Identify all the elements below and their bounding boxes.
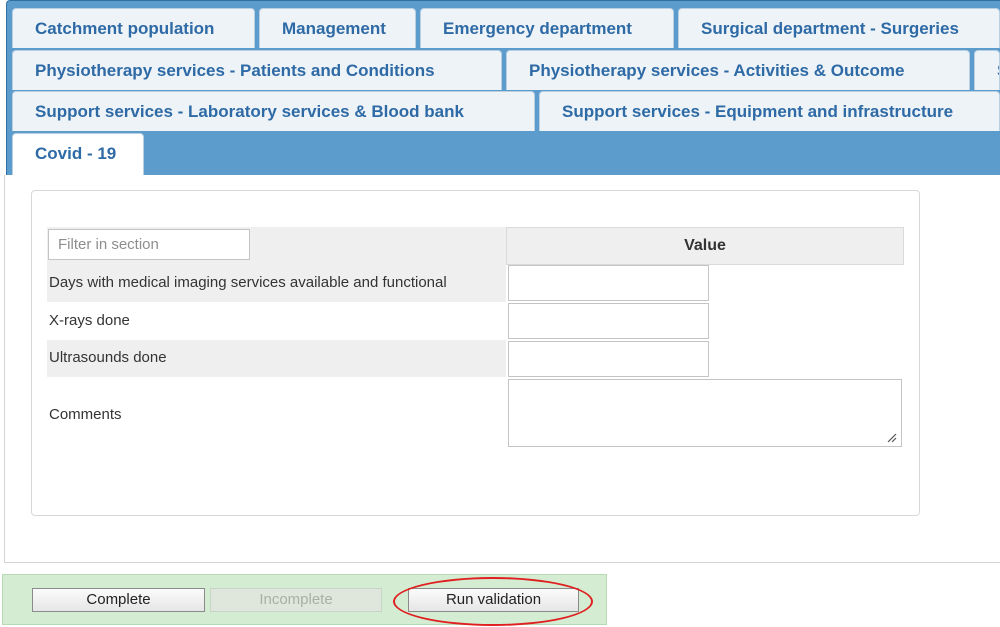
tab-physiotherapy-activities-outcome[interactable]: Physiotherapy services - Activities & Ou… xyxy=(506,50,970,90)
resize-grip-icon[interactable] xyxy=(885,431,897,443)
tab-management[interactable]: Management xyxy=(259,8,416,48)
tab-physiotherapy-patients-conditions[interactable]: Physiotherapy services - Patients and Co… xyxy=(12,50,502,90)
run-validation-button[interactable]: Run validation xyxy=(408,588,579,612)
tab-surgical-department-surgeries[interactable]: Surgical department - Surgeries xyxy=(678,8,1000,48)
imaging-days-value-input[interactable] xyxy=(508,265,709,301)
tab-support-laboratory-blood-bank[interactable]: Support services - Laboratory services &… xyxy=(12,91,535,131)
filter-in-section-input[interactable] xyxy=(48,229,250,260)
row-label-imaging-days: Days with medical imaging services avail… xyxy=(49,274,447,291)
tab-catchment-population[interactable]: Catchment population xyxy=(12,8,255,48)
row-label-xrays-done: X-rays done xyxy=(49,312,130,329)
tab-support-services-clipped[interactable]: S xyxy=(974,50,1000,90)
tab-support-equipment-infrastructure[interactable]: Support services - Equipment and infrast… xyxy=(539,91,1000,131)
xrays-done-value-input[interactable] xyxy=(508,303,709,339)
complete-button[interactable]: Complete xyxy=(32,588,205,612)
row-label-comments: Comments xyxy=(49,406,122,423)
ultrasounds-done-value-input[interactable] xyxy=(508,341,709,377)
incomplete-button: Incomplete xyxy=(210,588,382,612)
tab-emergency-department[interactable]: Emergency department xyxy=(420,8,674,48)
row-label-ultrasounds-done: Ultrasounds done xyxy=(49,349,167,366)
tab-covid-19[interactable]: Covid - 19 xyxy=(12,133,144,175)
value-column-header: Value xyxy=(506,227,904,265)
comments-textarea[interactable] xyxy=(508,379,902,447)
